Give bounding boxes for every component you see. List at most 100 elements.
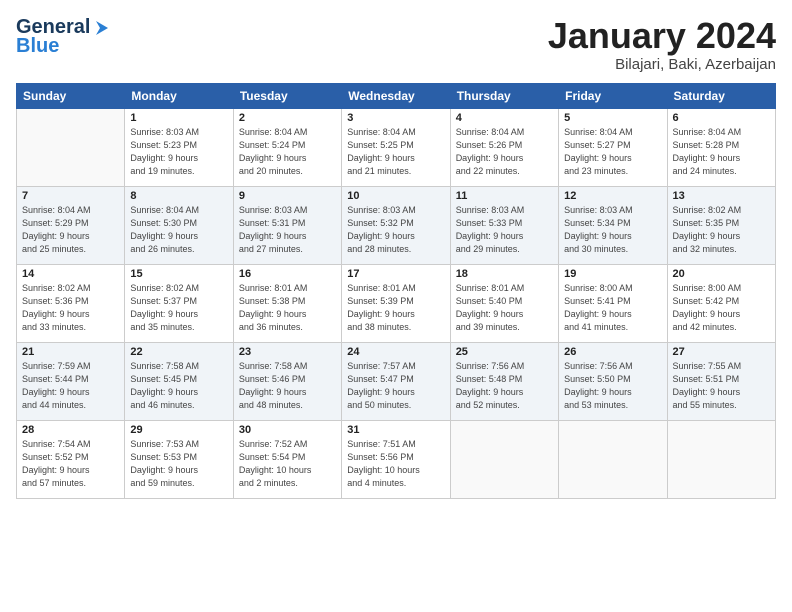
calendar-week-row: 28Sunrise: 7:54 AM Sunset: 5:52 PM Dayli… [17,420,776,498]
day-number: 21 [22,346,119,358]
logo: General Blue [16,16,110,58]
day-info: Sunrise: 8:03 AM Sunset: 5:33 PM Dayligh… [456,204,553,256]
calendar-cell: 20 Sunrise: 8:00 AM Sunset: 5:42 PM Dayli… [667,264,775,342]
calendar-cell: 3 Sunrise: 8:04 AM Sunset: 5:25 PM Daylig… [342,108,450,186]
calendar-week-row: 21 Sunrise: 7:59 AM Sunset: 5:44 PM Dayli… [17,342,776,420]
calendar-header-row: SundayMondayTuesdayWednesdayThursdayFrid… [17,83,776,108]
calendar-cell: 7Sunrise: 8:04 AM Sunset: 5:29 PM Daylig… [17,186,125,264]
logo-bird-icon [92,19,110,37]
day-number: 1 [130,112,227,124]
calendar-cell: 29Sunrise: 7:53 AM Sunset: 5:53 PM Dayli… [125,420,233,498]
day-info: Sunrise: 7:58 AM Sunset: 5:45 PM Dayligh… [130,360,227,412]
weekday-header: Tuesday [233,83,341,108]
calendar-cell: 28Sunrise: 7:54 AM Sunset: 5:52 PM Dayli… [17,420,125,498]
weekday-header: Saturday [667,83,775,108]
header: General Blue January 2024 Bilajari, Baki… [16,16,776,73]
day-info: Sunrise: 8:03 AM Sunset: 5:31 PM Dayligh… [239,204,336,256]
day-info: Sunrise: 8:04 AM Sunset: 5:24 PM Dayligh… [239,126,336,178]
calendar-cell: 1 Sunrise: 8:03 AM Sunset: 5:23 PM Daylig… [125,108,233,186]
day-info: Sunrise: 8:03 AM Sunset: 5:23 PM Dayligh… [130,126,227,178]
day-number: 22 [130,346,227,358]
calendar-cell: 4 Sunrise: 8:04 AM Sunset: 5:26 PM Daylig… [450,108,558,186]
day-info: Sunrise: 7:57 AM Sunset: 5:47 PM Dayligh… [347,360,444,412]
day-number: 28 [22,424,119,436]
day-info: Sunrise: 8:02 AM Sunset: 5:36 PM Dayligh… [22,282,119,334]
day-info: Sunrise: 8:04 AM Sunset: 5:28 PM Dayligh… [673,126,770,178]
calendar-cell: 12Sunrise: 8:03 AM Sunset: 5:34 PM Dayli… [559,186,667,264]
day-number: 2 [239,112,336,124]
day-info: Sunrise: 8:04 AM Sunset: 5:26 PM Dayligh… [456,126,553,178]
calendar-cell: 8Sunrise: 8:04 AM Sunset: 5:30 PM Daylig… [125,186,233,264]
day-info: Sunrise: 8:00 AM Sunset: 5:41 PM Dayligh… [564,282,661,334]
day-info: Sunrise: 7:52 AM Sunset: 5:54 PM Dayligh… [239,438,336,490]
calendar-cell: 24 Sunrise: 7:57 AM Sunset: 5:47 PM Dayli… [342,342,450,420]
day-number: 29 [130,424,227,436]
day-info: Sunrise: 8:04 AM Sunset: 5:25 PM Dayligh… [347,126,444,178]
calendar-cell: 26 Sunrise: 7:56 AM Sunset: 5:50 PM Dayli… [559,342,667,420]
day-number: 23 [239,346,336,358]
calendar-cell: 19Sunrise: 8:00 AM Sunset: 5:41 PM Dayli… [559,264,667,342]
calendar-cell: 5Sunrise: 8:04 AM Sunset: 5:27 PM Daylig… [559,108,667,186]
calendar-cell: 30Sunrise: 7:52 AM Sunset: 5:54 PM Dayli… [233,420,341,498]
day-info: Sunrise: 8:03 AM Sunset: 5:32 PM Dayligh… [347,204,444,256]
calendar-week-row: 14 Sunrise: 8:02 AM Sunset: 5:36 PM Dayli… [17,264,776,342]
calendar-cell [667,420,775,498]
day-number: 6 [673,112,770,124]
title-block: January 2024 Bilajari, Baki, Azerbaijan [548,16,776,73]
calendar-cell: 22 Sunrise: 7:58 AM Sunset: 5:45 PM Dayli… [125,342,233,420]
day-info: Sunrise: 8:01 AM Sunset: 5:39 PM Dayligh… [347,282,444,334]
calendar-cell: 17Sunrise: 8:01 AM Sunset: 5:39 PM Dayli… [342,264,450,342]
calendar-cell: 9 Sunrise: 8:03 AM Sunset: 5:31 PM Daylig… [233,186,341,264]
day-number: 10 [347,190,444,202]
day-number: 5 [564,112,661,124]
day-number: 13 [673,190,770,202]
day-number: 25 [456,346,553,358]
weekday-header: Monday [125,83,233,108]
calendar-cell: 25 Sunrise: 7:56 AM Sunset: 5:48 PM Dayli… [450,342,558,420]
day-number: 24 [347,346,444,358]
calendar-cell: 16 Sunrise: 8:01 AM Sunset: 5:38 PM Dayli… [233,264,341,342]
day-number: 14 [22,268,119,280]
day-number: 11 [456,190,553,202]
calendar-cell: 2 Sunrise: 8:04 AM Sunset: 5:24 PM Daylig… [233,108,341,186]
day-info: Sunrise: 8:01 AM Sunset: 5:40 PM Dayligh… [456,282,553,334]
page: General Blue January 2024 Bilajari, Baki… [0,0,792,612]
calendar-cell: 10 Sunrise: 8:03 AM Sunset: 5:32 PM Dayli… [342,186,450,264]
day-number: 26 [564,346,661,358]
weekday-header: Thursday [450,83,558,108]
day-number: 3 [347,112,444,124]
day-info: Sunrise: 7:56 AM Sunset: 5:48 PM Dayligh… [456,360,553,412]
weekday-header: Sunday [17,83,125,108]
calendar-cell: 21 Sunrise: 7:59 AM Sunset: 5:44 PM Dayli… [17,342,125,420]
calendar-cell: 13 Sunrise: 8:02 AM Sunset: 5:35 PM Dayli… [667,186,775,264]
calendar-cell: 6 Sunrise: 8:04 AM Sunset: 5:28 PM Daylig… [667,108,775,186]
month-title: January 2024 [548,16,776,56]
day-number: 20 [673,268,770,280]
day-number: 4 [456,112,553,124]
day-number: 31 [347,424,444,436]
location: Bilajari, Baki, Azerbaijan [548,56,776,73]
calendar-week-row: 1 Sunrise: 8:03 AM Sunset: 5:23 PM Daylig… [17,108,776,186]
calendar-cell: 27Sunrise: 7:55 AM Sunset: 5:51 PM Dayli… [667,342,775,420]
calendar: SundayMondayTuesdayWednesdayThursdayFrid… [16,83,776,499]
calendar-cell [17,108,125,186]
day-info: Sunrise: 7:56 AM Sunset: 5:50 PM Dayligh… [564,360,661,412]
day-info: Sunrise: 7:58 AM Sunset: 5:46 PM Dayligh… [239,360,336,412]
day-info: Sunrise: 8:04 AM Sunset: 5:30 PM Dayligh… [130,204,227,256]
day-info: Sunrise: 7:59 AM Sunset: 5:44 PM Dayligh… [22,360,119,412]
day-number: 15 [130,268,227,280]
day-number: 16 [239,268,336,280]
day-info: Sunrise: 7:51 AM Sunset: 5:56 PM Dayligh… [347,438,444,490]
weekday-header: Wednesday [342,83,450,108]
calendar-cell: 23 Sunrise: 7:58 AM Sunset: 5:46 PM Dayli… [233,342,341,420]
day-info: Sunrise: 8:00 AM Sunset: 5:42 PM Dayligh… [673,282,770,334]
calendar-cell: 31 Sunrise: 7:51 AM Sunset: 5:56 PM Dayli… [342,420,450,498]
day-info: Sunrise: 8:01 AM Sunset: 5:38 PM Dayligh… [239,282,336,334]
day-number: 9 [239,190,336,202]
calendar-cell: 11 Sunrise: 8:03 AM Sunset: 5:33 PM Dayli… [450,186,558,264]
calendar-cell [450,420,558,498]
weekday-header: Friday [559,83,667,108]
day-info: Sunrise: 8:02 AM Sunset: 5:35 PM Dayligh… [673,204,770,256]
day-number: 12 [564,190,661,202]
calendar-week-row: 7Sunrise: 8:04 AM Sunset: 5:29 PM Daylig… [17,186,776,264]
